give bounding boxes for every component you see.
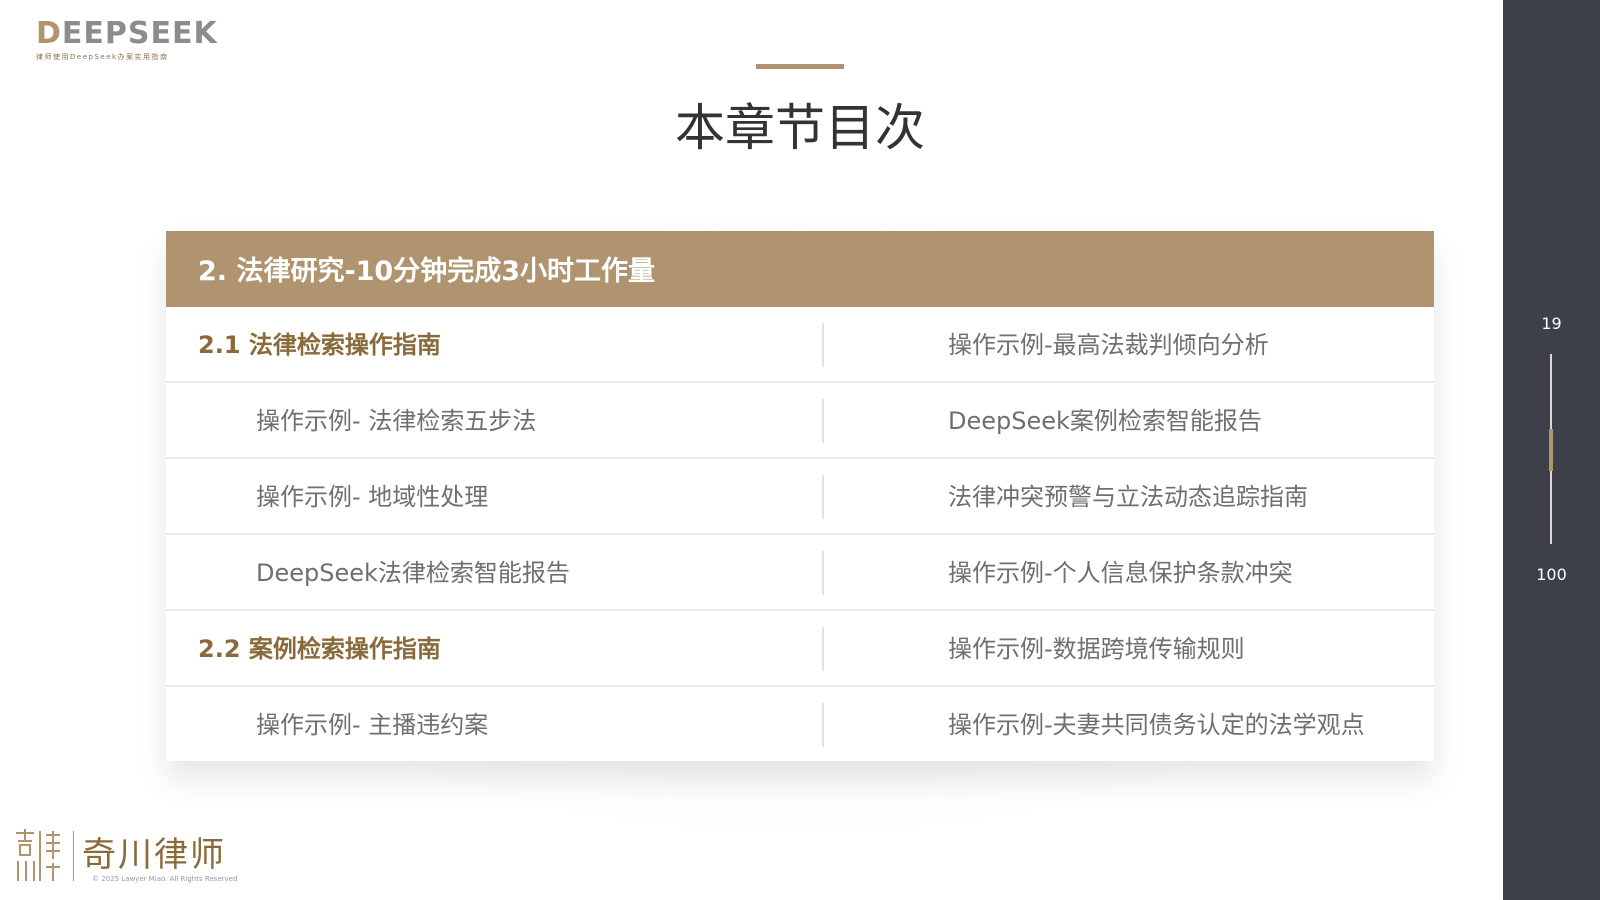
- total-page-number: 100: [1536, 565, 1567, 584]
- column-divider: [822, 323, 824, 367]
- contents-table: 2. 法律研究-10分钟完成3小时工作量 2.1 法律检索操作指南 操作示例-最…: [166, 231, 1434, 761]
- table-header: 2. 法律研究-10分钟完成3小时工作量: [166, 231, 1434, 307]
- contents-item[interactable]: 法律冲突预警与立法动态追踪指南: [948, 459, 1308, 533]
- column-divider: [822, 551, 824, 595]
- contents-item[interactable]: 操作示例- 地域性处理: [256, 459, 488, 533]
- copyright-text: © 2025 Lawyer Miao. All Rights Reserved: [92, 875, 238, 883]
- qichuan-seal-icon: [16, 829, 60, 881]
- contents-item[interactable]: DeepSeek案例检索智能报告: [948, 383, 1262, 457]
- contents-item[interactable]: 操作示例- 主播违约案: [256, 687, 488, 761]
- table-row: 操作示例- 主播违约案 操作示例-夫妻共同债务认定的法学观点: [166, 687, 1434, 761]
- column-divider: [822, 399, 824, 443]
- column-divider: [822, 703, 824, 747]
- page-title: 本章节目次: [675, 99, 925, 157]
- contents-item[interactable]: 操作示例- 法律检索五步法: [256, 383, 536, 457]
- table-row: 2.2 案例检索操作指南 操作示例-数据跨境传输规则: [166, 611, 1434, 687]
- current-page-number: 19: [1541, 314, 1562, 333]
- page-sidebar: 19 100: [1503, 0, 1600, 900]
- logo-title-rest: EEPSEEK: [61, 16, 218, 51]
- contents-item[interactable]: 操作示例-个人信息保护条款冲突: [948, 535, 1293, 609]
- deepseek-logo: DEEPSEEK 律师使用DeepSeek办案实用指南: [36, 18, 218, 62]
- contents-item[interactable]: 操作示例-最高法裁判倾向分析: [948, 307, 1269, 381]
- table-row: 2.1 法律检索操作指南 操作示例-最高法裁判倾向分析: [166, 307, 1434, 383]
- progress-indicator: [1549, 429, 1553, 471]
- logo-title-accent: D: [36, 16, 62, 51]
- logo-subtitle: 律师使用DeepSeek办案实用指南: [36, 53, 169, 61]
- table-row: DeepSeek法律检索智能报告 操作示例-个人信息保护条款冲突: [166, 535, 1434, 611]
- section-title[interactable]: 2.2 案例检索操作指南: [198, 611, 441, 685]
- table-row: 操作示例- 地域性处理 法律冲突预警与立法动态追踪指南: [166, 459, 1434, 535]
- table-row: 操作示例- 法律检索五步法 DeepSeek案例检索智能报告: [166, 383, 1434, 459]
- contents-item[interactable]: 操作示例-数据跨境传输规则: [948, 611, 1245, 685]
- column-divider: [822, 627, 824, 671]
- logo-divider: [73, 831, 74, 881]
- contents-item[interactable]: DeepSeek法律检索智能报告: [256, 535, 570, 609]
- logo-title: DEEPSEEK: [36, 18, 218, 50]
- contents-item[interactable]: 操作示例-夫妻共同债务认定的法学观点: [948, 687, 1365, 761]
- qichuan-name: 奇川律师: [82, 835, 226, 875]
- title-accent-bar: [756, 64, 844, 69]
- column-divider: [822, 475, 824, 519]
- section-title[interactable]: 2.1 法律检索操作指南: [198, 307, 441, 381]
